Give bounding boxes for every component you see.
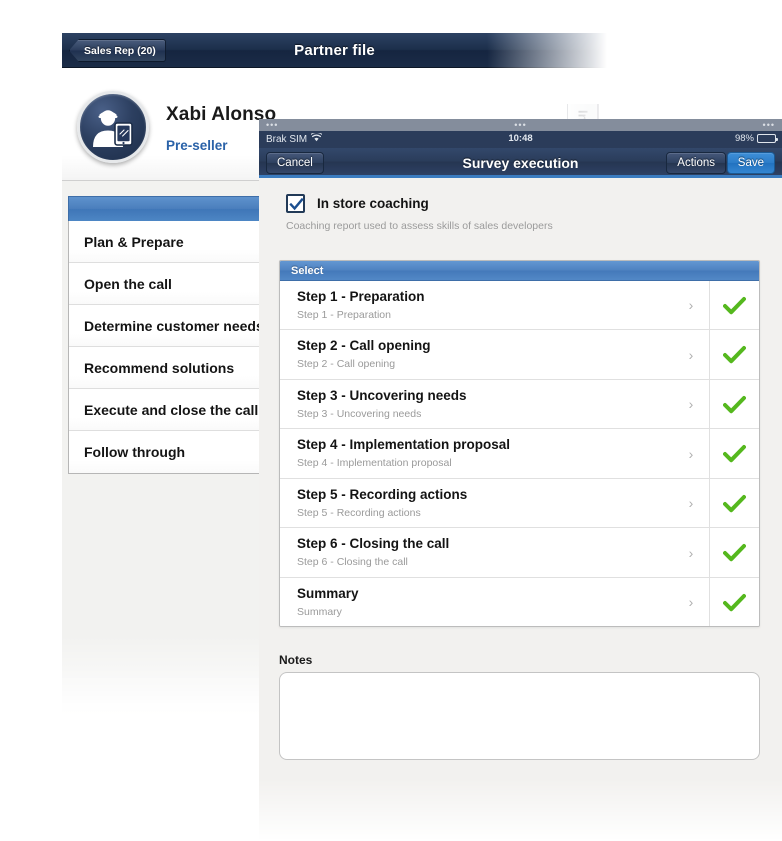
survey-execution-window: ••• ••• ••• Brak SIM 10:48 98% Cancel Su… <box>259 119 782 841</box>
table-row-title: Step 6 - Closing the call <box>297 536 450 552</box>
survey-steps-table: Select Step 1 - Preparation Step 1 - Pre… <box>279 260 760 628</box>
list-item-label: Execute and close the call <box>84 401 259 418</box>
row-status-badge[interactable] <box>709 379 759 429</box>
table-row-subtitle: Step 3 - Uncovering needs <box>297 407 422 420</box>
notes-input[interactable] <box>280 673 759 760</box>
table-row-title: Step 3 - Uncovering needs <box>297 387 467 403</box>
table-row-title: Step 1 - Preparation <box>297 289 425 304</box>
table-row-text: Step 4 - Implementation proposal Step 4 … <box>280 429 673 477</box>
ios-status-bar: Brak SIM 10:48 98% <box>259 131 782 148</box>
check-icon <box>723 544 746 562</box>
table-row-title: Step 4 - Implementation proposal <box>297 437 511 453</box>
chevron-right-icon[interactable]: › <box>673 528 709 576</box>
list-item-label: Plan & Prepare <box>84 233 184 250</box>
notes-label: Notes <box>279 653 313 668</box>
partial-strip-center: ••• <box>514 120 527 130</box>
table-row-subtitle: Step 6 - Closing the call <box>297 556 408 569</box>
in-store-coaching-row[interactable]: In store coaching <box>259 178 782 213</box>
check-icon <box>723 346 746 364</box>
row-status-badge[interactable] <box>709 281 759 330</box>
partial-status-strip: ••• ••• ••• <box>259 119 782 131</box>
list-item-label: Recommend solutions <box>84 359 235 376</box>
partner-file-title: Partner file <box>294 42 375 59</box>
chevron-right-icon[interactable]: › <box>673 479 709 527</box>
chevron-right-icon[interactable]: › <box>673 578 709 626</box>
table-row-subtitle: Step 1 - Preparation <box>297 308 391 321</box>
sales-rep-avatar-icon <box>77 91 149 163</box>
table-row-text: Step 5 - Recording actions Step 5 - Reco… <box>280 479 673 527</box>
battery-indicator: 98% <box>734 133 778 144</box>
table-header-select-label: Select <box>291 264 324 277</box>
in-store-coaching-label: In store coaching <box>317 196 429 211</box>
table-row-subtitle: Summary <box>297 605 342 618</box>
screenshot-stage: Sales Rep (20) Partner file Xabi Alonso … <box>0 0 782 841</box>
table-row-text: Step 6 - Closing the call Step 6 - Closi… <box>280 528 673 576</box>
row-status-badge[interactable] <box>709 478 759 528</box>
row-status-badge[interactable] <box>709 330 759 379</box>
actions-button[interactable]: Actions <box>666 152 726 174</box>
table-row-text: Step 1 - Preparation Step 1 - Preparatio… <box>280 281 673 329</box>
partner-role[interactable]: Pre-seller <box>166 138 228 153</box>
notes-field-wrapper[interactable] <box>279 672 760 761</box>
actions-button-label: Actions <box>677 157 715 169</box>
in-store-coaching-checkbox[interactable] <box>286 194 305 213</box>
list-item-label: Follow through <box>84 444 186 460</box>
partial-strip-right: ••• <box>762 120 775 130</box>
table-row-title: Summary <box>297 585 359 601</box>
survey-navbar: Cancel Survey execution Actions Save <box>259 148 782 178</box>
row-status-badge[interactable] <box>709 528 759 577</box>
in-store-coaching-hint: Coaching report used to assess skills of… <box>286 220 553 232</box>
chevron-right-icon[interactable]: › <box>673 380 709 428</box>
list-item-label: Open the call <box>84 275 172 292</box>
table-row-subtitle: Step 2 - Call opening <box>297 358 396 371</box>
table-row-title: Step 5 - Recording actions <box>297 486 468 502</box>
table-row-text: Step 2 - Call opening Step 2 - Call open… <box>280 330 673 378</box>
save-button-label: Save <box>737 157 764 169</box>
check-icon <box>723 494 746 512</box>
status-time: 10:48 <box>508 133 533 144</box>
table-row[interactable]: Step 2 - Call opening Step 2 - Call open… <box>280 330 759 380</box>
table-row[interactable]: Summary Summary › <box>280 577 759 627</box>
table-header-select: Select <box>280 261 759 281</box>
list-item-label: Determine customer needs <box>84 317 264 334</box>
chevron-right-icon[interactable]: › <box>673 429 709 477</box>
table-row-text: Summary Summary <box>280 578 673 626</box>
check-icon <box>723 593 746 611</box>
survey-body: In store coaching Coaching report used t… <box>259 178 782 841</box>
check-icon <box>723 296 746 314</box>
table-row[interactable]: Step 3 - Uncovering needs Step 3 - Uncov… <box>280 379 759 430</box>
battery-percent-label: 98% <box>734 133 754 144</box>
row-status-badge[interactable] <box>709 577 759 627</box>
table-row-title: Step 2 - Call opening <box>297 338 431 354</box>
table-row-text: Step 3 - Uncovering needs Step 3 - Uncov… <box>280 380 673 428</box>
check-icon <box>723 445 746 463</box>
table-row-subtitle: Step 4 - Implementation proposal <box>297 457 452 470</box>
partner-file-navbar: Sales Rep (20) Partner file <box>62 33 607 68</box>
table-row[interactable]: Step 4 - Implementation proposal Step 4 … <box>280 429 759 479</box>
save-button[interactable]: Save <box>726 152 775 174</box>
table-row-subtitle: Step 5 - Recording actions <box>297 506 421 519</box>
table-row[interactable]: Step 6 - Closing the call Step 6 - Closi… <box>280 528 759 578</box>
table-row[interactable]: Step 5 - Recording actions Step 5 - Reco… <box>280 478 759 529</box>
row-status-badge[interactable] <box>709 429 759 478</box>
chevron-right-icon[interactable]: › <box>673 281 709 329</box>
table-row[interactable]: Step 1 - Preparation Step 1 - Preparatio… <box>280 281 759 331</box>
checkmark-icon <box>289 197 304 211</box>
check-icon <box>723 395 746 413</box>
chevron-right-icon[interactable]: › <box>673 330 709 378</box>
battery-icon <box>757 134 778 143</box>
